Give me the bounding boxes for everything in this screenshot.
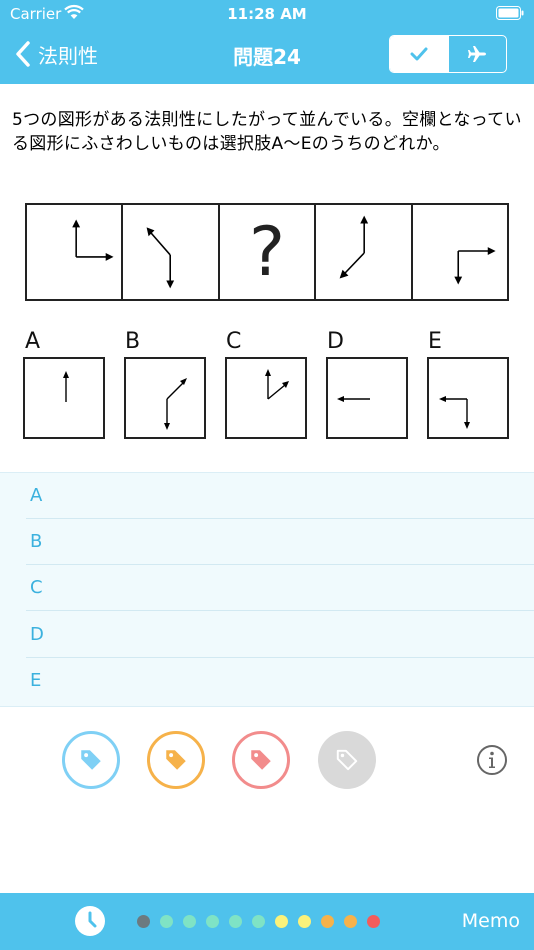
option-letter-c: C — [226, 329, 242, 354]
tag-icon — [166, 750, 186, 770]
question-mark: ? — [248, 212, 286, 292]
arrow-figure-icon — [337, 396, 370, 402]
tag-button-orange[interactable] — [147, 731, 205, 789]
answer-label: D — [30, 624, 44, 645]
memo-button[interactable]: Memo — [462, 910, 520, 932]
answer-label: E — [30, 670, 42, 691]
sequence-figure: ? — [25, 203, 509, 301]
arrow-figure-icon — [63, 371, 69, 402]
tag-button-red[interactable] — [232, 731, 290, 789]
answer-label: B — [30, 531, 43, 552]
chevron-left-icon — [16, 41, 30, 67]
answer-label: A — [30, 485, 43, 506]
sequence-cell-1 — [27, 205, 124, 299]
arrow-figure-icon — [339, 215, 369, 279]
segment-airplane[interactable] — [449, 36, 506, 72]
option-figure-c — [225, 357, 307, 439]
tag-button-clear[interactable] — [318, 731, 376, 789]
battery-icon — [496, 6, 524, 20]
tag-icon — [81, 750, 101, 770]
option-figure-a — [23, 357, 105, 439]
back-button[interactable]: 法則性 — [12, 38, 98, 70]
progress-dot[interactable] — [321, 915, 334, 928]
progress-dot[interactable] — [183, 915, 196, 928]
status-bar: Carrier 11:28 AM — [0, 0, 534, 28]
bottom-toolbar: Memo — [0, 893, 534, 950]
arrow-figure-icon — [265, 369, 289, 400]
answer-row-a[interactable]: A — [26, 473, 534, 519]
arrow-figure-icon — [439, 396, 470, 429]
sequence-cell-blank: ? — [220, 205, 317, 299]
segment-check[interactable] — [390, 36, 448, 72]
sequence-cell-4 — [316, 205, 413, 299]
clock-icon[interactable] — [74, 905, 106, 937]
answer-label: C — [30, 577, 43, 598]
header: Carrier 11:28 AM 法則性 問題24 — [0, 0, 534, 84]
progress-dot[interactable] — [229, 915, 242, 928]
airplane-icon — [468, 46, 487, 62]
option-figure-e — [427, 357, 509, 439]
progress-dot[interactable] — [160, 915, 173, 928]
option-letter-a: A — [25, 329, 41, 354]
answer-row-e[interactable]: E — [26, 658, 534, 704]
option-letter-d: D — [327, 329, 344, 354]
progress-dot[interactable] — [137, 915, 150, 928]
answer-row-d[interactable]: D — [26, 612, 534, 658]
arrow-figure-icon — [147, 227, 175, 289]
mode-segmented-control — [389, 35, 507, 73]
progress-dot[interactable] — [275, 915, 288, 928]
tag-outline-icon — [336, 749, 358, 771]
question-text: 5つの図形がある法則性にしたがって並んでいる。空欄となっている図形にふさわしいも… — [12, 110, 522, 154]
sequence-cell-5 — [413, 205, 507, 299]
back-label: 法則性 — [38, 43, 98, 68]
progress-dot[interactable] — [206, 915, 219, 928]
navigation-bar: 法則性 問題24 — [0, 28, 534, 84]
option-letter-e: E — [428, 329, 442, 354]
option-figure-b — [124, 357, 206, 439]
option-letter-b: B — [125, 329, 141, 354]
answer-row-c[interactable]: C — [26, 565, 534, 611]
progress-dot[interactable] — [367, 915, 380, 928]
answer-list: A B C D E — [0, 472, 534, 707]
info-icon[interactable] — [476, 744, 508, 776]
arrow-figure-icon — [164, 378, 187, 430]
check-icon — [410, 47, 428, 61]
progress-dots — [137, 915, 390, 928]
progress-dot[interactable] — [252, 915, 265, 928]
option-figure-d — [326, 357, 408, 439]
progress-dot[interactable] — [298, 915, 311, 928]
answer-row-b[interactable]: B — [26, 519, 534, 565]
tag-icon — [251, 750, 271, 770]
tag-button-blue[interactable] — [62, 731, 120, 789]
arrow-figure-icon — [453, 247, 496, 285]
clock-time: 11:28 AM — [227, 5, 307, 23]
sequence-cell-2 — [123, 205, 220, 299]
arrow-figure-icon — [72, 219, 114, 261]
progress-dot[interactable] — [344, 915, 357, 928]
